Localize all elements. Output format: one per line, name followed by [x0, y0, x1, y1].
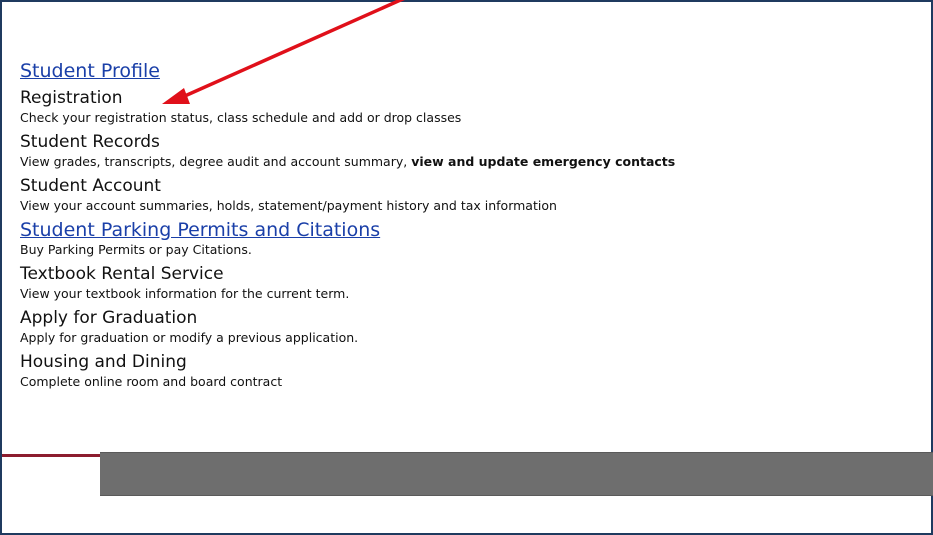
footer-bar	[100, 452, 933, 496]
menu-item-graduation[interactable]: Apply for Graduation Apply for graduatio…	[20, 307, 920, 345]
menu-item-parking[interactable]: Student Parking Permits and Citations Bu…	[20, 219, 920, 257]
registration-desc: Check your registration status, class sc…	[20, 110, 462, 125]
student-account-desc: View your account summaries, holds, stat…	[20, 198, 557, 213]
menu-item-student-records[interactable]: Student Records View grades, transcripts…	[20, 131, 920, 169]
registration-title[interactable]: Registration	[20, 87, 920, 110]
housing-dining-title[interactable]: Housing and Dining	[20, 351, 920, 374]
textbook-rental-desc: View your textbook information for the c…	[20, 286, 350, 301]
accent-rule	[2, 454, 102, 457]
housing-dining-desc: Complete online room and board contract	[20, 374, 283, 389]
textbook-rental-title[interactable]: Textbook Rental Service	[20, 263, 920, 286]
apply-graduation-desc: Apply for graduation or modify a previou…	[20, 330, 359, 345]
menu-item-student-profile[interactable]: Student Profile	[20, 60, 920, 87]
menu-item-student-account[interactable]: Student Account View your account summar…	[20, 175, 920, 213]
student-account-title[interactable]: Student Account	[20, 175, 920, 198]
emergency-contacts-text: view and update emergency contacts	[411, 154, 676, 169]
menu-item-textbook[interactable]: Textbook Rental Service View your textbo…	[20, 263, 920, 301]
menu-item-registration[interactable]: Registration Check your registration sta…	[20, 87, 920, 125]
apply-graduation-title[interactable]: Apply for Graduation	[20, 307, 920, 330]
parking-permits-link[interactable]: Student Parking Permits and Citations	[20, 219, 920, 242]
student-records-desc: View grades, transcripts, degree audit a…	[20, 154, 676, 169]
menu-item-housing[interactable]: Housing and Dining Complete online room …	[20, 351, 920, 389]
student-records-title[interactable]: Student Records	[20, 131, 920, 154]
parking-permits-desc: Buy Parking Permits or pay Citations.	[20, 242, 252, 257]
student-profile-link[interactable]: Student Profile	[20, 60, 920, 83]
student-menu: Student Profile Registration Check your …	[20, 60, 920, 395]
